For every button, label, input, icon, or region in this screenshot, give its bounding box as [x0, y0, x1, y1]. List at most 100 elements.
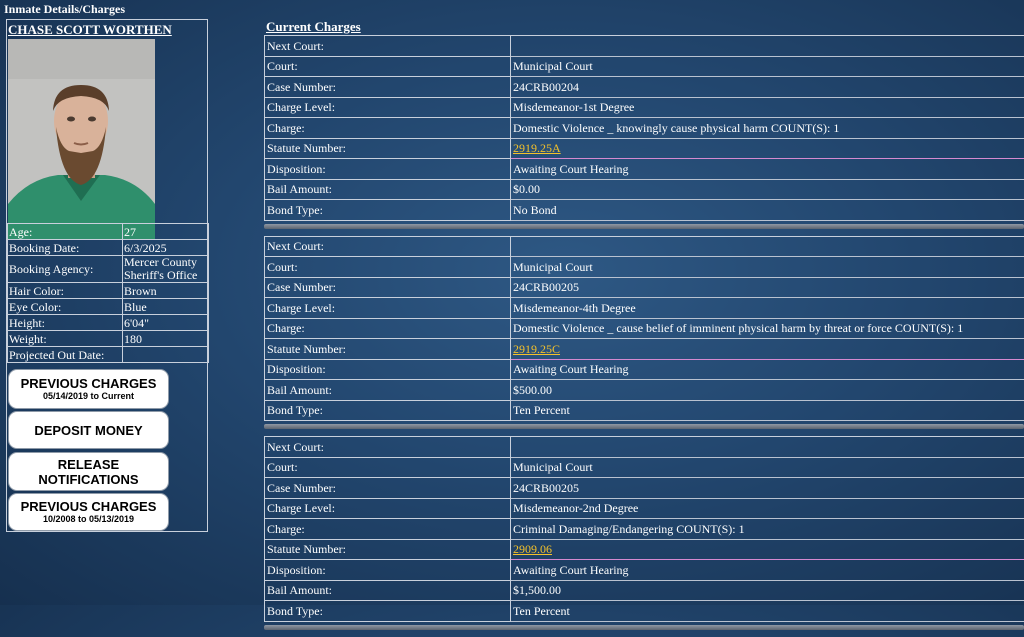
detail-label: Height:: [8, 315, 123, 331]
charge-label: Bail Amount:: [265, 380, 511, 401]
charge-value: 24CRB00205: [511, 478, 1024, 499]
inmate-details-table: Age:27Booking Date:6/3/2025Booking Agenc…: [7, 223, 209, 363]
charge-label: Court:: [265, 457, 511, 478]
charge-row-court: Court:Municipal Court: [265, 457, 1024, 478]
previous-charges-current-button[interactable]: PREVIOUS CHARGES 05/14/2019 to Current: [8, 369, 169, 409]
charge-label: Charge Level:: [265, 498, 511, 519]
detail-row: Eye Color:Blue: [8, 299, 209, 315]
page-title: Inmate Details/Charges: [4, 2, 125, 17]
charge-label: Case Number:: [265, 478, 511, 499]
charge-row-court: Court:Municipal Court: [265, 257, 1024, 278]
charge-value: Criminal Damaging/Endangering COUNT(S): …: [511, 519, 1024, 540]
charge-label: Disposition:: [265, 159, 511, 180]
charge-label: Court:: [265, 56, 511, 77]
detail-row: Weight:180: [8, 331, 209, 347]
charge-value: [511, 437, 1024, 458]
button-label: PREVIOUS CHARGES: [9, 499, 168, 514]
charge-row-disposition: Disposition:Awaiting Court Hearing: [265, 560, 1024, 581]
button-sublabel: 10/2008 to 05/13/2019: [9, 514, 168, 525]
detail-value: [123, 347, 209, 363]
statute-link[interactable]: 2919.25A: [513, 141, 561, 155]
button-sublabel: 05/14/2019 to Current: [9, 391, 168, 402]
charge-table: Next Court:Court:Municipal CourtCase Num…: [264, 236, 1024, 422]
detail-value: 6/3/2025: [123, 240, 209, 256]
charge-block: Next Court:Court:Municipal CourtCase Num…: [264, 436, 1024, 630]
charge-divider: [264, 224, 1024, 229]
detail-label: Weight:: [8, 331, 123, 347]
charges-list: Next Court:Court:Municipal CourtCase Num…: [264, 35, 1024, 637]
button-label: PREVIOUS CHARGES: [9, 376, 168, 391]
charge-row-case-number: Case Number:24CRB00204: [265, 77, 1024, 98]
detail-row: Booking Date:6/3/2025: [8, 240, 209, 256]
charge-label: Statute Number:: [265, 539, 511, 560]
release-notifications-button[interactable]: RELEASE NOTIFICATIONS: [8, 452, 169, 491]
current-charges-heading: Current Charges: [266, 19, 361, 35]
charge-label: Bond Type:: [265, 200, 511, 221]
charge-row-bond-type: Bond Type:No Bond: [265, 200, 1024, 221]
charge-row-charge-level: Charge Level:Misdemeanor-1st Degree: [265, 97, 1024, 118]
charge-label: Case Number:: [265, 277, 511, 298]
charge-label: Charge:: [265, 318, 511, 339]
statute-link[interactable]: 2919.25C: [513, 342, 560, 356]
charge-block: Next Court:Court:Municipal CourtCase Num…: [264, 236, 1024, 430]
charge-table: Next Court:Court:Municipal CourtCase Num…: [264, 436, 1024, 622]
detail-value: Blue: [123, 299, 209, 315]
detail-label: Booking Agency:: [8, 256, 123, 283]
charge-value: $0.00: [511, 179, 1024, 200]
charge-label: Disposition:: [265, 359, 511, 380]
charge-label: Bail Amount:: [265, 179, 511, 200]
charge-label: Case Number:: [265, 77, 511, 98]
charge-value: 24CRB00204: [511, 77, 1024, 98]
detail-row: Hair Color:Brown: [8, 283, 209, 299]
charge-row-charge-level: Charge Level:Misdemeanor-2nd Degree: [265, 498, 1024, 519]
charge-value: Ten Percent: [511, 601, 1024, 622]
detail-value: Brown: [123, 283, 209, 299]
charge-value: Domestic Violence _ knowingly cause phys…: [511, 118, 1024, 139]
charge-label: Statute Number:: [265, 138, 511, 159]
detail-label: Eye Color:: [8, 299, 123, 315]
detail-label: Age:: [8, 224, 123, 240]
charge-label: Next Court:: [265, 437, 511, 458]
charge-row-charge-level: Charge Level:Misdemeanor-4th Degree: [265, 298, 1024, 319]
charge-row-charge: Charge:Criminal Damaging/Endangering COU…: [265, 519, 1024, 540]
charge-value: Municipal Court: [511, 457, 1024, 478]
charge-block: Next Court:Court:Municipal CourtCase Num…: [264, 35, 1024, 229]
charge-label: Next Court:: [265, 236, 511, 257]
inmate-name-link[interactable]: CHASE SCOTT WORTHEN: [8, 22, 207, 38]
detail-label: Hair Color:: [8, 283, 123, 299]
previous-charges-history-button[interactable]: PREVIOUS CHARGES 10/2008 to 05/13/2019: [8, 493, 169, 531]
charge-row-charge: Charge:Domestic Violence _ cause belief …: [265, 318, 1024, 339]
charge-row-statute-number: Statute Number:2919.25C: [265, 339, 1024, 360]
charge-value: $500.00: [511, 380, 1024, 401]
statute-link[interactable]: 2909.06: [513, 542, 552, 556]
charge-row-disposition: Disposition:Awaiting Court Hearing: [265, 359, 1024, 380]
detail-row: Booking Agency:Mercer County Sheriff's O…: [8, 256, 209, 283]
charge-row-bond-type: Bond Type:Ten Percent: [265, 400, 1024, 421]
charge-label: Disposition:: [265, 560, 511, 581]
charge-value: Misdemeanor-1st Degree: [511, 97, 1024, 118]
charge-row-statute-number: Statute Number:2909.06: [265, 539, 1024, 560]
charge-value: Ten Percent: [511, 400, 1024, 421]
charge-value: No Bond: [511, 200, 1024, 221]
deposit-money-button[interactable]: DEPOSIT MONEY: [8, 411, 169, 449]
charge-label: Next Court:: [265, 36, 511, 57]
charge-label: Charge:: [265, 519, 511, 540]
button-label: DEPOSIT MONEY: [9, 423, 168, 438]
detail-label: Projected Out Date:: [8, 347, 123, 363]
charge-divider: [264, 625, 1024, 630]
charge-value: Misdemeanor-2nd Degree: [511, 498, 1024, 519]
detail-row: Projected Out Date:: [8, 347, 209, 363]
charge-row-next-court: Next Court:: [265, 36, 1024, 57]
charge-label: Bail Amount:: [265, 580, 511, 601]
charge-label: Bond Type:: [265, 400, 511, 421]
charge-value: Awaiting Court Hearing: [511, 560, 1024, 581]
charge-label: Charge Level:: [265, 298, 511, 319]
charge-value: [511, 36, 1024, 57]
charge-value: [511, 236, 1024, 257]
charge-row-statute-number: Statute Number:2919.25A: [265, 138, 1024, 159]
charge-row-case-number: Case Number:24CRB00205: [265, 277, 1024, 298]
charge-row-disposition: Disposition:Awaiting Court Hearing: [265, 159, 1024, 180]
charge-label: Court:: [265, 257, 511, 278]
charge-label: Statute Number:: [265, 339, 511, 360]
charge-value: 2919.25C: [511, 339, 1024, 360]
